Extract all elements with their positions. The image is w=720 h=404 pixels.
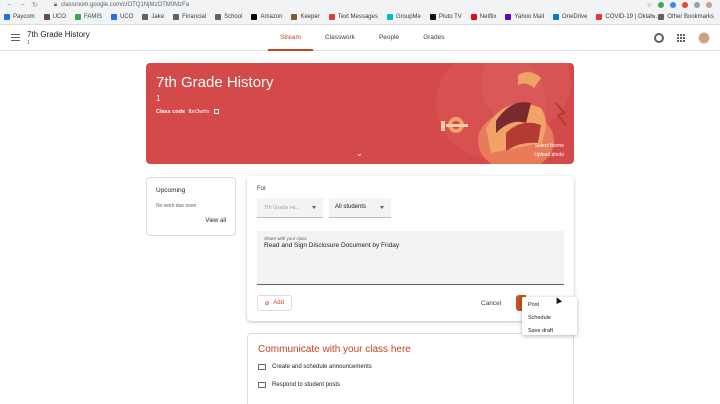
extensions: ☆ bbox=[647, 2, 712, 9]
bookmark-item[interactable]: GroupMe bbox=[386, 14, 421, 20]
browser-address-bar: ← → ↻ 🔒︎ classroom.google.com/c/OTQ1NjMz… bbox=[0, 0, 720, 10]
url-text[interactable]: classroom.google.com/c/OTQ1NjMzOTM0MzFa bbox=[61, 2, 189, 8]
bookmark-icon bbox=[111, 14, 118, 20]
bookmark-item[interactable]: UCO bbox=[111, 14, 133, 20]
tab-bar: Stream Classwork People Grades bbox=[268, 25, 457, 51]
menu-item-schedule[interactable]: Schedule bbox=[522, 312, 577, 325]
view-all-link[interactable]: View all bbox=[205, 218, 226, 224]
post-options-menu: Post Schedule Save draft bbox=[522, 297, 577, 335]
lock-icon: 🔒︎ bbox=[53, 1, 58, 8]
students-select[interactable]: All students bbox=[329, 198, 391, 218]
bookmark-icon bbox=[328, 14, 335, 20]
extension-icon[interactable] bbox=[670, 2, 676, 8]
bookmarks-bar: Paycom UCO FAMIS UCO Jake Financial Scho… bbox=[0, 10, 720, 25]
bookmark-item[interactable]: OneDrive bbox=[553, 14, 587, 20]
communicate-item: Respond to student posts bbox=[258, 382, 340, 388]
add-attachment-button[interactable]: ⌀ Add bbox=[257, 295, 292, 311]
communicate-heading: Communicate with your class here bbox=[258, 344, 411, 355]
header-actions bbox=[654, 32, 710, 44]
paperclip-icon: ⌀ bbox=[265, 300, 270, 307]
menu-icon[interactable] bbox=[11, 34, 20, 41]
avatar[interactable] bbox=[698, 32, 710, 44]
bookmark-icon bbox=[553, 14, 560, 20]
back-icon[interactable]: ← bbox=[6, 1, 13, 9]
forward-icon[interactable]: → bbox=[19, 1, 26, 9]
bookmark-icon bbox=[251, 14, 258, 20]
browser-nav: ← → ↻ bbox=[6, 1, 38, 9]
chevron-right-icon: » bbox=[651, 14, 656, 20]
class-title[interactable]: 7th Grade History bbox=[27, 30, 90, 39]
banner-title: 7th Grade History bbox=[156, 74, 274, 91]
extension-icon[interactable] bbox=[658, 2, 664, 8]
communicate-card: Communicate with your class here Create … bbox=[247, 333, 574, 404]
announcement-input[interactable]: Share with your class Read and Sign Disc… bbox=[257, 231, 564, 285]
menu-item-post[interactable]: Post bbox=[522, 299, 577, 312]
apps-icon[interactable] bbox=[677, 34, 685, 42]
class-banner: 7th Grade History 1 Class code fbn3whn S… bbox=[146, 63, 574, 164]
bookmark-item[interactable]: Amazon bbox=[251, 14, 282, 20]
bookmark-item[interactable]: Yahoo Mail bbox=[505, 14, 544, 20]
bookmark-icon bbox=[429, 14, 436, 20]
menu-item-save-draft[interactable]: Save draft bbox=[522, 325, 577, 335]
extension-icon[interactable] bbox=[694, 2, 700, 8]
input-label: Share with your class bbox=[264, 236, 307, 241]
dropdown-arrow-icon bbox=[312, 206, 316, 209]
bookmark-icon bbox=[291, 14, 298, 20]
other-bookmarks[interactable]: » Other Bookmarks bbox=[652, 14, 714, 20]
reload-icon[interactable]: ↻ bbox=[32, 1, 38, 9]
bookmark-item[interactable]: Pluto TV bbox=[429, 14, 462, 20]
upcoming-message: No work due soon bbox=[156, 203, 197, 209]
folder-icon bbox=[173, 14, 180, 20]
chevron-down-icon[interactable]: ⌄ bbox=[356, 149, 363, 158]
for-label: For bbox=[257, 186, 266, 192]
classroom-header: 7th Grade History 1 Stream Classwork Peo… bbox=[0, 25, 720, 51]
reply-icon bbox=[258, 382, 266, 388]
upload-photo-link[interactable]: Upload photo bbox=[534, 152, 564, 158]
banner-section: 1 bbox=[156, 94, 161, 103]
upcoming-card: Upcoming No work due soon View all bbox=[146, 177, 236, 236]
bookmark-icon bbox=[4, 14, 10, 20]
cancel-button[interactable]: Cancel bbox=[481, 300, 501, 307]
dropdown-arrow-icon bbox=[380, 206, 384, 209]
bookmark-icon bbox=[43, 14, 50, 20]
extension-icon[interactable] bbox=[682, 2, 688, 8]
bookmark-icon bbox=[505, 14, 512, 20]
bookmark-item[interactable]: UCO bbox=[43, 14, 66, 20]
bookmark-item[interactable]: School bbox=[215, 14, 242, 20]
tab-stream[interactable]: Stream bbox=[268, 25, 313, 51]
bookmark-icon bbox=[596, 14, 603, 20]
class-code: Class code fbn3whn bbox=[156, 109, 219, 115]
upcoming-heading: Upcoming bbox=[156, 187, 186, 194]
bookmark-item[interactable]: Jake bbox=[142, 14, 164, 20]
bookmark-item[interactable]: Financial bbox=[173, 14, 206, 20]
bookmark-item[interactable]: Paycom bbox=[4, 14, 35, 20]
tab-people[interactable]: People bbox=[367, 25, 411, 51]
class-section: 1 bbox=[27, 40, 30, 46]
gear-icon[interactable] bbox=[654, 33, 664, 43]
bookmark-icon bbox=[386, 14, 393, 20]
bookmark-item[interactable]: Text Messages bbox=[328, 14, 378, 20]
bookmark-icon bbox=[75, 14, 82, 20]
folder-icon bbox=[658, 14, 665, 20]
bookmark-item[interactable]: Netflix bbox=[470, 14, 496, 20]
communicate-item: Create and schedule announcements bbox=[258, 364, 372, 370]
bookmark-item[interactable]: FAMIS bbox=[75, 14, 102, 20]
folder-icon bbox=[142, 14, 149, 20]
bookmark-icon bbox=[470, 14, 477, 20]
folder-icon bbox=[215, 14, 222, 20]
tab-grades[interactable]: Grades bbox=[411, 25, 456, 51]
chat-bubble-icon bbox=[258, 364, 266, 370]
fullscreen-icon[interactable] bbox=[213, 109, 219, 115]
star-icon[interactable]: ☆ bbox=[647, 2, 652, 9]
bookmark-item[interactable]: Keeper bbox=[291, 14, 320, 20]
tab-classwork[interactable]: Classwork bbox=[313, 25, 367, 51]
bookmark-item[interactable]: COVID-19 | Oklah... bbox=[596, 14, 659, 20]
class-select[interactable]: 7th Grade Hi... bbox=[257, 198, 323, 218]
input-value[interactable]: Read and Sign Disclosure Document by Fri… bbox=[264, 242, 399, 249]
select-theme-link[interactable]: Select theme bbox=[535, 143, 564, 149]
profile-avatar[interactable] bbox=[706, 2, 712, 8]
